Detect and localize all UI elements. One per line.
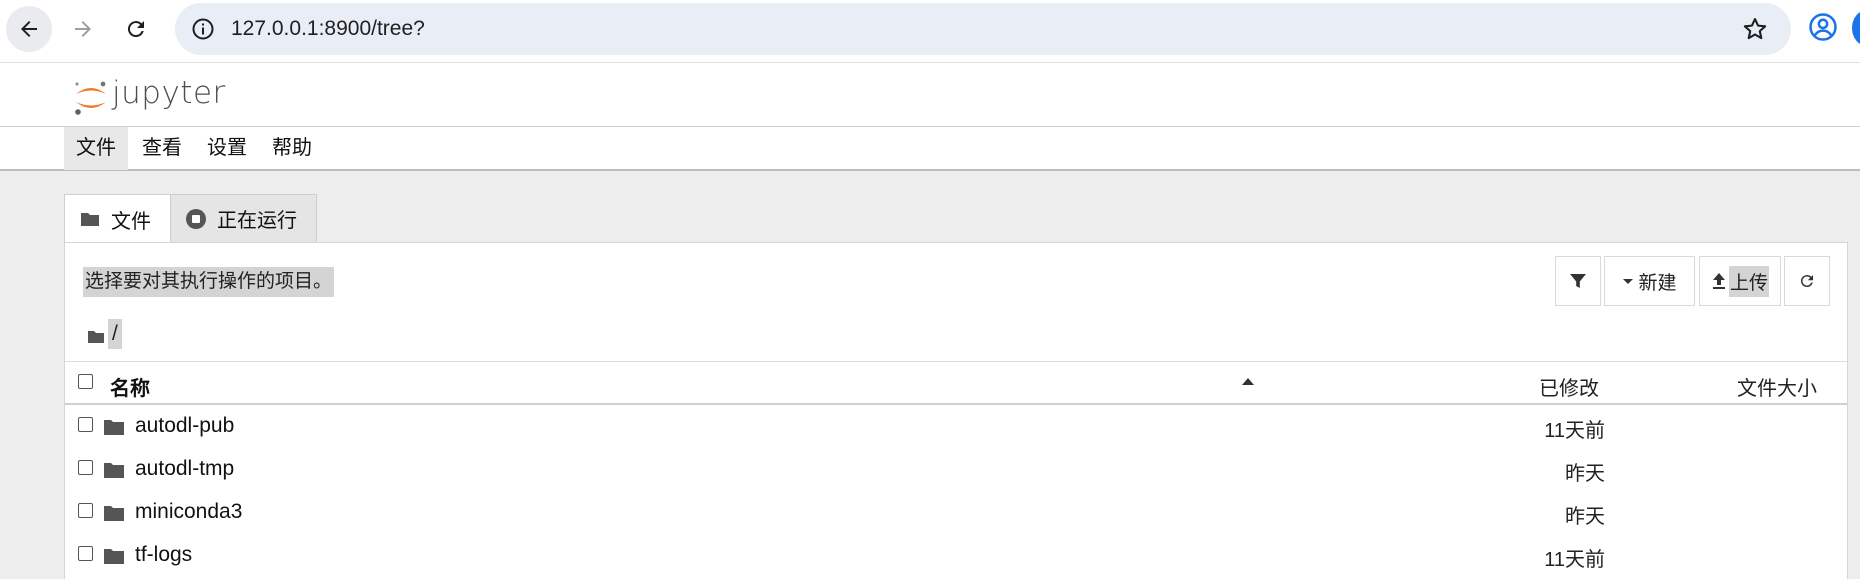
arrow-right-icon xyxy=(75,21,91,37)
tab-files-label: 文件 xyxy=(111,210,151,233)
selection-hint: 选择要对其执行操作的项目。 xyxy=(83,267,335,297)
stop-circle-icon xyxy=(186,208,206,229)
reload-button[interactable] xyxy=(113,6,159,52)
tab-running[interactable]: 正在运行 xyxy=(170,194,317,242)
reload-icon xyxy=(127,21,144,38)
back-button[interactable] xyxy=(6,6,52,52)
row-checkbox[interactable] xyxy=(78,546,93,561)
browser-toolbar: 127.0.0.1:8900/tree? xyxy=(0,0,1860,63)
file-name-link[interactable]: autodl-pub xyxy=(135,414,234,438)
folder-icon xyxy=(88,331,104,343)
jupyter-logo-icon[interactable] xyxy=(72,79,110,117)
filter-icon xyxy=(1570,274,1586,288)
file-modified: 11天前 xyxy=(1544,549,1605,571)
profile-icon[interactable] xyxy=(1808,12,1838,42)
file-name-link[interactable]: tf-logs xyxy=(135,543,192,567)
new-button[interactable]: 新建 xyxy=(1604,256,1695,306)
info-icon[interactable] xyxy=(191,17,215,41)
forward-button[interactable] xyxy=(60,6,106,52)
table-row[interactable]: miniconda3 昨天 xyxy=(65,491,1847,534)
refresh-icon xyxy=(1800,275,1813,288)
extension-icon[interactable] xyxy=(1852,10,1860,46)
menu-help[interactable]: 帮助 xyxy=(260,127,324,170)
select-all-checkbox[interactable] xyxy=(78,374,93,389)
table-row[interactable]: autodl-pub 11天前 xyxy=(65,405,1847,448)
tab-running-label: 正在运行 xyxy=(217,210,297,232)
file-browser-panel: 选择要对其执行操作的项目。 新建 上传 / 名称 已修改 文件大小 autodl… xyxy=(64,242,1848,579)
url-text[interactable]: 127.0.0.1:8900/tree? xyxy=(231,17,425,41)
jupyter-header: jupyter xyxy=(0,63,1860,126)
caret-down-icon xyxy=(1623,279,1634,284)
file-modified: 昨天 xyxy=(1565,463,1605,485)
column-name[interactable]: 名称 xyxy=(110,372,150,401)
row-checkbox[interactable] xyxy=(78,417,93,432)
address-bar[interactable]: 127.0.0.1:8900/tree? xyxy=(175,3,1791,55)
folder-icon xyxy=(104,506,124,521)
table-row[interactable]: autodl-tmp 昨天 xyxy=(65,448,1847,491)
menu-view[interactable]: 查看 xyxy=(130,127,194,170)
folder-icon xyxy=(104,549,124,564)
folder-icon xyxy=(104,463,124,478)
file-modified: 昨天 xyxy=(1565,506,1605,528)
folder-icon xyxy=(104,420,124,435)
new-button-label: 新建 xyxy=(1638,272,1677,294)
jupyter-logo-text[interactable]: jupyter xyxy=(112,75,226,111)
file-name-link[interactable]: autodl-tmp xyxy=(135,457,234,481)
upload-button-label: 上传 xyxy=(1728,265,1769,297)
row-checkbox[interactable] xyxy=(78,503,93,518)
table-row[interactable]: tf-logs 11天前 xyxy=(65,534,1847,577)
file-name-link[interactable]: miniconda3 xyxy=(135,500,242,524)
menu-file[interactable]: 文件 xyxy=(64,127,128,170)
column-modified[interactable]: 已修改 xyxy=(1539,372,1599,401)
menu-bar: 文件 查看 设置 帮助 xyxy=(0,126,1860,171)
file-modified: 11天前 xyxy=(1544,420,1605,442)
refresh-button[interactable] xyxy=(1784,256,1830,306)
menu-settings[interactable]: 设置 xyxy=(195,127,259,170)
breadcrumb-root[interactable]: / xyxy=(108,319,122,349)
tab-files[interactable]: 文件 xyxy=(64,194,171,243)
folder-icon xyxy=(81,213,99,226)
row-checkbox[interactable] xyxy=(78,460,93,475)
upload-button[interactable]: 上传 xyxy=(1699,256,1781,306)
star-icon[interactable] xyxy=(1741,15,1769,43)
column-size[interactable]: 文件大小 xyxy=(1737,372,1817,401)
upload-icon xyxy=(1712,273,1725,289)
arrow-left-icon xyxy=(21,21,37,37)
sort-ascending-icon[interactable] xyxy=(1242,378,1254,385)
filter-button[interactable] xyxy=(1555,256,1601,306)
list-header: 名称 已修改 文件大小 xyxy=(65,361,1847,405)
